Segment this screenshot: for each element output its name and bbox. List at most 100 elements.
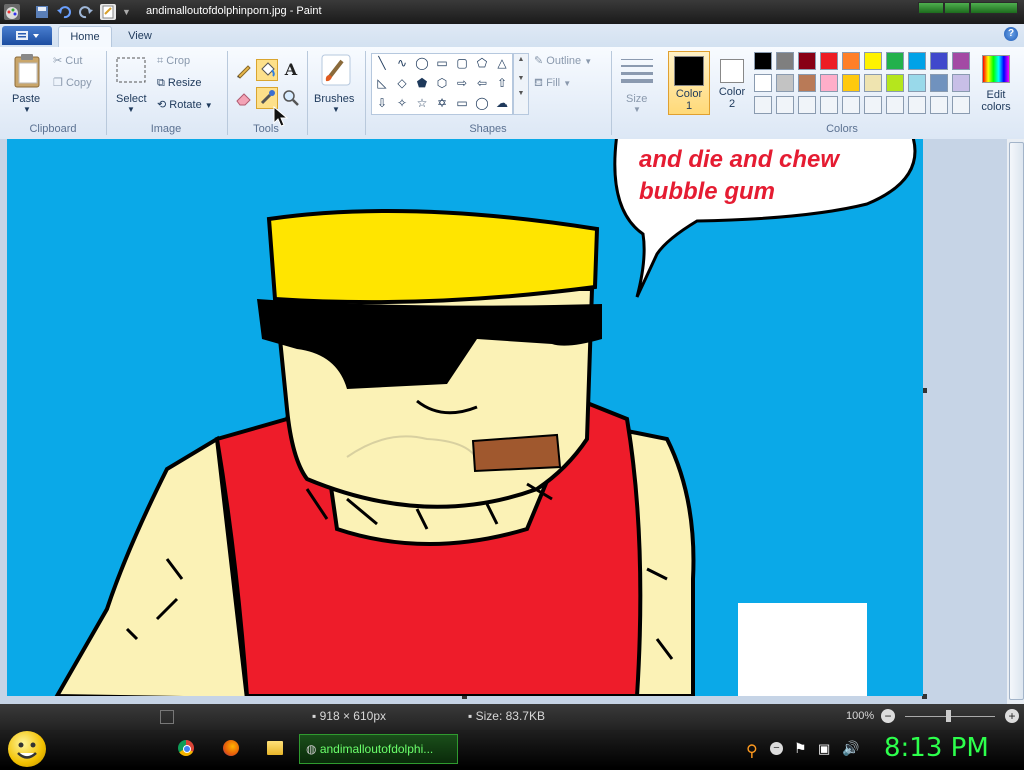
- palette-swatch[interactable]: [952, 52, 970, 70]
- line-shape-icon[interactable]: ╲: [372, 54, 392, 72]
- rounded-callout-shape-icon[interactable]: ▭: [452, 94, 472, 112]
- color-2-button[interactable]: Color 2: [711, 51, 753, 115]
- palette-swatch[interactable]: [820, 96, 838, 114]
- minus-tray-icon[interactable]: −: [770, 742, 783, 755]
- palette-swatch[interactable]: [776, 74, 794, 92]
- maximize-button[interactable]: [944, 2, 970, 14]
- rotate-button[interactable]: ⟲ Rotate ▼: [157, 96, 213, 114]
- right-arrow-shape-icon[interactable]: ⇨: [452, 74, 472, 92]
- shapes-gallery[interactable]: ╲ ∿ ◯ ▭ ▢ ⬠ △ ◺ ◇ ⬟ ⬡ ⇨ ⇦ ⇧ ⇩ ✧ ☆ ✡ ▭ ◯ …: [371, 53, 513, 115]
- palette-swatch[interactable]: [754, 52, 772, 70]
- crop-button[interactable]: ⌗ Crop: [157, 52, 190, 70]
- pencil-tool[interactable]: [233, 59, 255, 81]
- pentagon-shape-icon[interactable]: ⬟: [412, 74, 432, 92]
- palette-swatch[interactable]: [952, 96, 970, 114]
- palette-swatch[interactable]: [776, 96, 794, 114]
- oval-callout-shape-icon[interactable]: ◯: [472, 94, 492, 112]
- drawing-canvas[interactable]: and die and chew bubble gum: [7, 139, 923, 696]
- palette-swatch[interactable]: [908, 74, 926, 92]
- network-icon[interactable]: ▣: [818, 741, 830, 757]
- volume-icon[interactable]: 🔊: [842, 740, 859, 757]
- undo-icon[interactable]: [56, 4, 72, 20]
- minimize-button[interactable]: [918, 2, 944, 14]
- cut-button[interactable]: ✂ Cut: [53, 52, 82, 70]
- action-center-flag-icon[interactable]: ⚑: [794, 740, 807, 757]
- firefox-icon[interactable]: [223, 740, 239, 756]
- palette-swatch[interactable]: [930, 74, 948, 92]
- outline-button[interactable]: ✎ Outline ▼: [534, 52, 592, 70]
- up-arrow-shape-icon[interactable]: ⇧: [492, 74, 512, 92]
- diamond-shape-icon[interactable]: ◇: [392, 74, 412, 92]
- zoom-in-icon[interactable]: +: [1005, 709, 1019, 723]
- rectangle-shape-icon[interactable]: ▭: [432, 54, 452, 72]
- start-button-smiley-icon[interactable]: [8, 731, 46, 767]
- folder-icon[interactable]: [267, 741, 283, 755]
- zoom-slider-thumb[interactable]: [946, 710, 951, 722]
- size-button[interactable]: Size ▼: [617, 51, 657, 117]
- zoom-out-icon[interactable]: −: [881, 709, 895, 723]
- palette-swatch[interactable]: [754, 74, 772, 92]
- taskbar-paint-window[interactable]: ◍ andimalloutofdolphi...: [299, 734, 458, 764]
- brushes-button[interactable]: Brushes ▼: [312, 51, 360, 117]
- palette-swatch[interactable]: [930, 52, 948, 70]
- select-button[interactable]: Select ▼: [112, 51, 150, 117]
- save-icon[interactable]: [34, 4, 50, 20]
- left-arrow-shape-icon[interactable]: ⇦: [472, 74, 492, 92]
- palette-swatch[interactable]: [864, 96, 882, 114]
- palette-swatch[interactable]: [930, 96, 948, 114]
- fill-button[interactable]: ⛾ Fill ▼: [534, 74, 571, 92]
- paste-button[interactable]: Paste ▼: [8, 51, 46, 117]
- triangle-shape-icon[interactable]: △: [492, 54, 512, 72]
- rounded-rectangle-shape-icon[interactable]: ▢: [452, 54, 472, 72]
- paint-menu-button[interactable]: [2, 26, 52, 45]
- curve-shape-icon[interactable]: ∿: [392, 54, 412, 72]
- palette-swatch[interactable]: [886, 52, 904, 70]
- chrome-icon[interactable]: [178, 740, 194, 756]
- six-point-star-shape-icon[interactable]: ✡: [432, 94, 452, 112]
- palette-swatch[interactable]: [842, 52, 860, 70]
- down-arrow-shape-icon[interactable]: ⇩: [372, 94, 392, 112]
- tab-home[interactable]: Home: [58, 26, 112, 47]
- palette-swatch[interactable]: [820, 74, 838, 92]
- palette-swatch[interactable]: [798, 74, 816, 92]
- vertical-scrollbar-thumb[interactable]: [1009, 142, 1024, 700]
- tab-view[interactable]: View: [116, 26, 164, 46]
- search-icon[interactable]: ⚲: [746, 741, 758, 761]
- palette-swatch[interactable]: [842, 74, 860, 92]
- palette-swatch[interactable]: [798, 52, 816, 70]
- right-triangle-shape-icon[interactable]: ◺: [372, 74, 392, 92]
- polygon-shape-icon[interactable]: ⬠: [472, 54, 492, 72]
- palette-swatch[interactable]: [864, 74, 882, 92]
- close-button[interactable]: [970, 2, 1018, 14]
- fill-tool[interactable]: [256, 59, 278, 81]
- properties-icon[interactable]: [100, 4, 116, 20]
- palette-swatch[interactable]: [908, 96, 926, 114]
- palette-swatch[interactable]: [798, 96, 816, 114]
- four-point-star-shape-icon[interactable]: ✧: [392, 94, 412, 112]
- oval-shape-icon[interactable]: ◯: [412, 54, 432, 72]
- palette-swatch[interactable]: [886, 96, 904, 114]
- palette-swatch[interactable]: [754, 96, 772, 114]
- palette-swatch[interactable]: [864, 52, 882, 70]
- eraser-tool[interactable]: [233, 87, 255, 109]
- paint-app-icon[interactable]: [4, 4, 20, 20]
- help-icon[interactable]: ?: [1004, 27, 1018, 41]
- cloud-callout-shape-icon[interactable]: ☁: [492, 94, 512, 112]
- palette-swatch[interactable]: [820, 52, 838, 70]
- copy-button[interactable]: ❐ Copy: [53, 74, 92, 92]
- palette-swatch[interactable]: [886, 74, 904, 92]
- edit-colors-button[interactable]: Edit colors: [978, 51, 1014, 117]
- clock[interactable]: 8:13 PM: [884, 733, 994, 763]
- shapes-scroll[interactable]: ▲ ▼ ▼: [513, 53, 529, 115]
- text-tool[interactable]: A: [280, 59, 302, 81]
- hexagon-shape-icon[interactable]: ⬡: [432, 74, 452, 92]
- palette-swatch[interactable]: [908, 52, 926, 70]
- palette-swatch[interactable]: [776, 52, 794, 70]
- five-point-star-shape-icon[interactable]: ☆: [412, 94, 432, 112]
- color-1-button[interactable]: Color 1: [668, 51, 710, 115]
- palette-swatch[interactable]: [952, 74, 970, 92]
- quick-access-dropdown-icon[interactable]: ▼: [122, 7, 131, 17]
- redo-icon[interactable]: [78, 4, 94, 20]
- palette-swatch[interactable]: [842, 96, 860, 114]
- resize-button[interactable]: ⧉ Resize: [157, 74, 202, 92]
